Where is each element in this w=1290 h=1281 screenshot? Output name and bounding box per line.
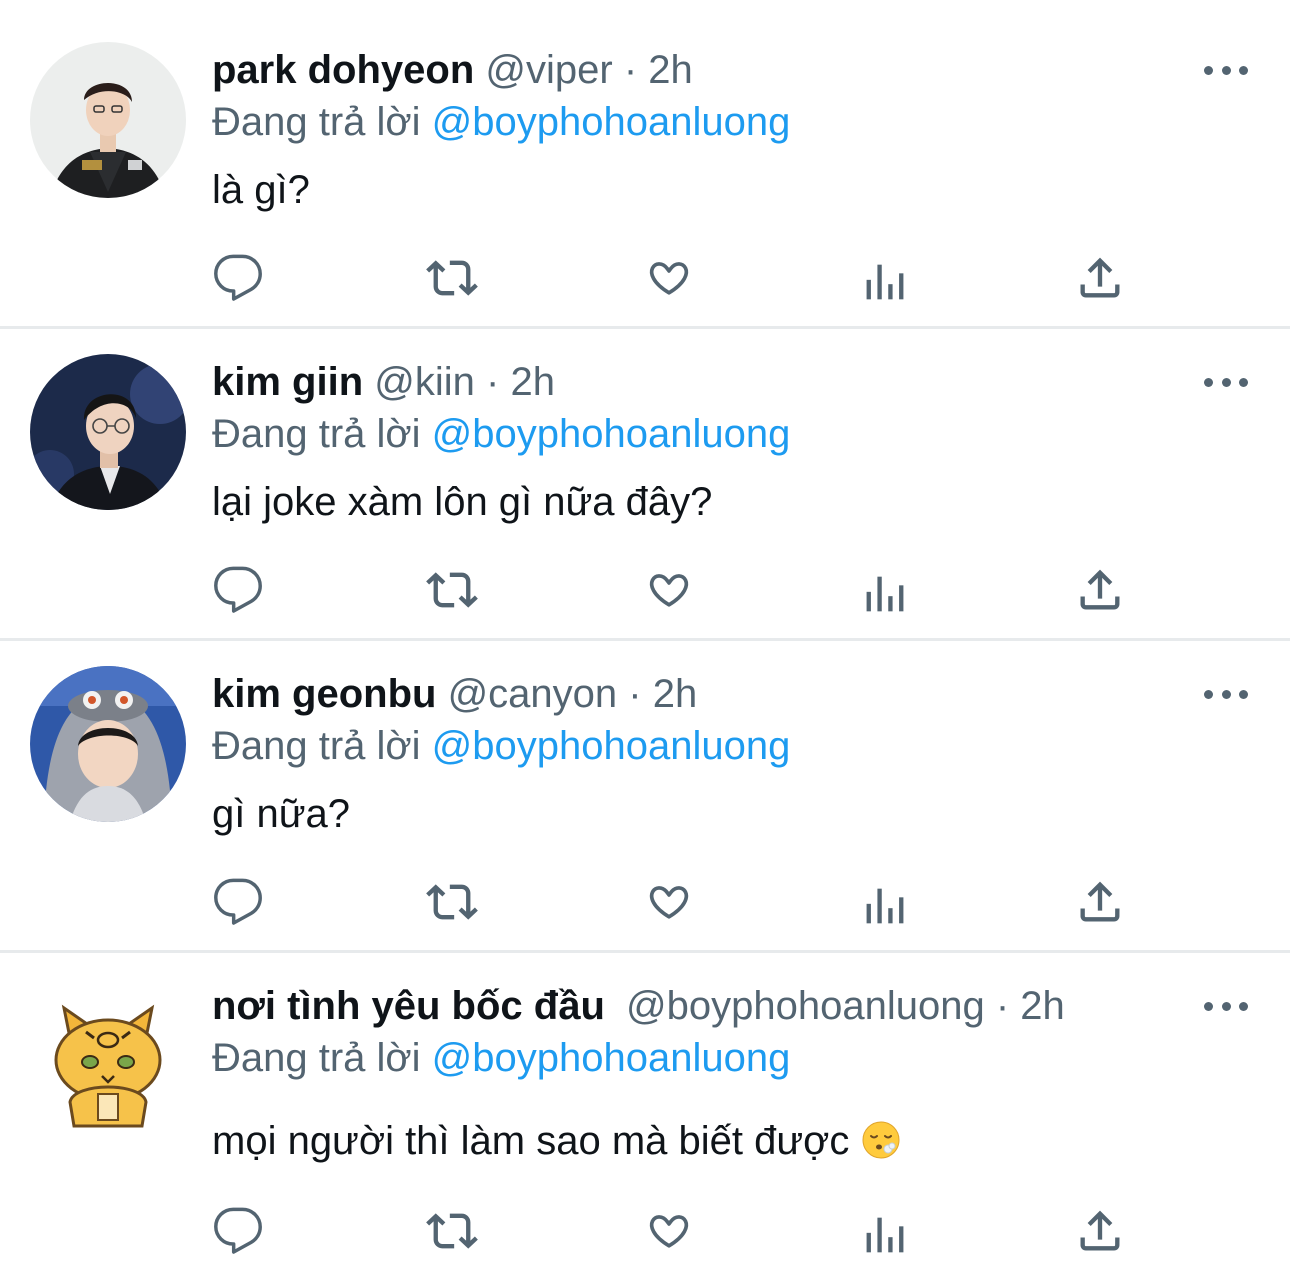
like-button[interactable] (643, 564, 695, 616)
share-icon (1074, 564, 1126, 616)
share-icon (1074, 252, 1126, 304)
tweet-header: nơi tình yêu bốc đầu @boyphohoanluong · … (212, 980, 1065, 1032)
timestamp[interactable]: 2h (1020, 984, 1065, 1028)
tweet[interactable]: kim geonbu @canyon · 2h Đang trả lời @bo… (0, 641, 1290, 950)
tweet[interactable]: kim giin @kiin · 2h Đang trả lời @boypho… (0, 329, 1290, 638)
like-button[interactable] (643, 252, 695, 304)
reply-bubble-icon (212, 564, 264, 616)
reply-bubble-icon (212, 876, 264, 928)
views-button[interactable] (859, 880, 911, 932)
share-icon (1074, 1205, 1126, 1257)
reply-prefix: Đang trả lời (212, 100, 421, 144)
avatar[interactable] (30, 354, 186, 510)
timestamp[interactable]: 2h (510, 360, 555, 404)
user-handle[interactable]: @kiin (374, 360, 475, 404)
more-horizontal-icon (1204, 689, 1213, 699)
like-button[interactable] (643, 876, 695, 928)
reply-button[interactable] (212, 252, 264, 304)
bar-chart-icon (859, 880, 911, 932)
retweet-button[interactable] (426, 564, 478, 616)
reply-bubble-icon (212, 1205, 264, 1257)
like-button[interactable] (643, 1205, 695, 1257)
mention-link[interactable]: @boyphohoanluong (432, 724, 791, 768)
tweet-header: kim geonbu @canyon · 2h (212, 668, 697, 720)
separator: · (486, 360, 500, 404)
face-exhaling-emoji (862, 1121, 899, 1159)
share-button[interactable] (1074, 876, 1126, 928)
replying-to: Đang trả lời @boyphohoanluong (212, 408, 790, 460)
heart-icon (643, 876, 695, 928)
more-horizontal-icon (1204, 377, 1213, 387)
tweet[interactable]: nơi tình yêu bốc đầu @boyphohoanluong · … (0, 953, 1290, 1281)
separator: · (623, 48, 638, 92)
tweet-header: park dohyeon @viper · 2h (212, 44, 693, 96)
timestamp[interactable]: 2h (648, 48, 693, 92)
share-button[interactable] (1074, 1205, 1126, 1257)
mention-link[interactable]: @boyphohoanluong (432, 100, 791, 144)
display-name[interactable]: kim giin (212, 360, 363, 404)
tweet-text: là gì? (212, 168, 310, 212)
views-button[interactable] (859, 568, 911, 620)
retweet-button[interactable] (426, 252, 478, 304)
tweet-header: kim giin @kiin · 2h (212, 356, 555, 408)
avatar[interactable] (30, 666, 186, 822)
more-horizontal-icon (1204, 1001, 1213, 1011)
tweet-text: gì nữa? (212, 792, 350, 836)
more-options-button[interactable] (1204, 60, 1248, 80)
tweet-text-body: mọi người thì làm sao mà biết được (212, 1119, 850, 1163)
mention-link[interactable]: @boyphohoanluong (432, 412, 791, 456)
retweet-icon (426, 252, 478, 304)
replying-to: Đang trả lời @boyphohoanluong (212, 1032, 790, 1084)
reply-prefix: Đang trả lời (212, 724, 421, 768)
display-name[interactable]: park dohyeon (212, 48, 474, 92)
replying-to: Đang trả lời @boyphohoanluong (212, 96, 790, 148)
separator: · (995, 984, 1010, 1028)
replying-to: Đang trả lời @boyphohoanluong (212, 720, 790, 772)
views-button[interactable] (859, 256, 911, 308)
tweet[interactable]: park dohyeon @viper · 2h Đang trả lời @b… (0, 0, 1290, 326)
tweet-text: lại joke xàm lôn gì nữa đây? (212, 480, 713, 524)
display-name[interactable]: kim geonbu (212, 672, 436, 716)
more-options-button[interactable] (1204, 996, 1248, 1016)
mention-link[interactable]: @boyphohoanluong (432, 1036, 791, 1080)
reply-button[interactable] (212, 1205, 264, 1257)
heart-icon (643, 564, 695, 616)
reply-bubble-icon (212, 252, 264, 304)
reply-button[interactable] (212, 564, 264, 616)
user-handle[interactable]: @viper (485, 48, 612, 92)
avatar[interactable] (30, 42, 186, 198)
bar-chart-icon (859, 1209, 911, 1261)
reply-prefix: Đang trả lời (212, 412, 421, 456)
separator: · (628, 672, 642, 716)
share-button[interactable] (1074, 564, 1126, 616)
share-icon (1074, 876, 1126, 928)
retweet-button[interactable] (426, 1205, 478, 1257)
retweet-icon (426, 564, 478, 616)
views-button[interactable] (859, 1209, 911, 1261)
more-horizontal-icon (1204, 65, 1213, 75)
reply-prefix: Đang trả lời (212, 1036, 421, 1080)
timestamp[interactable]: 2h (653, 672, 698, 716)
share-button[interactable] (1074, 252, 1126, 304)
user-handle[interactable]: @boyphohoanluong (626, 984, 985, 1028)
display-name[interactable]: nơi tình yêu bốc đầu (212, 984, 605, 1028)
retweet-button[interactable] (426, 876, 478, 928)
more-options-button[interactable] (1204, 684, 1248, 704)
retweet-icon (426, 1205, 478, 1257)
avatar[interactable] (30, 978, 186, 1134)
reply-button[interactable] (212, 876, 264, 928)
more-options-button[interactable] (1204, 372, 1248, 392)
bar-chart-icon (859, 256, 911, 308)
retweet-icon (426, 876, 478, 928)
heart-icon (643, 252, 695, 304)
user-handle[interactable]: @canyon (448, 672, 618, 716)
tweet-text: mọi người thì làm sao mà biết được (212, 1115, 901, 1167)
bar-chart-icon (859, 568, 911, 620)
heart-icon (643, 1205, 695, 1257)
